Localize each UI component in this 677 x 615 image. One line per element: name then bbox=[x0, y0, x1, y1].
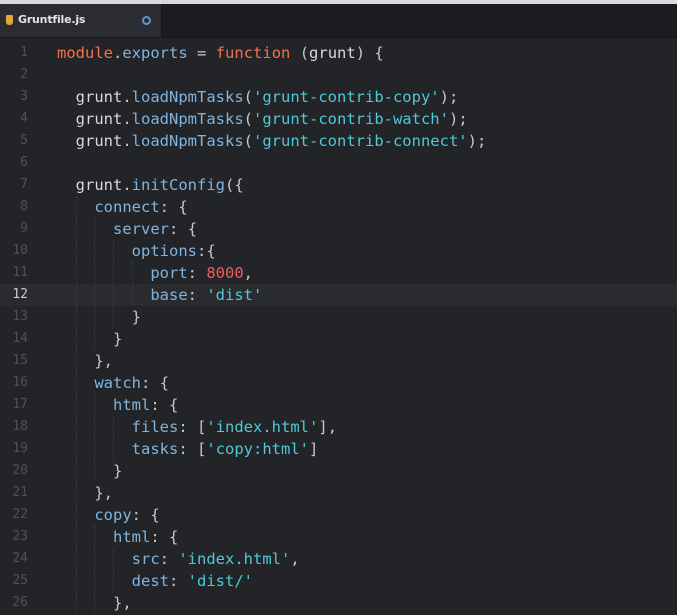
line-number: 8 bbox=[20, 199, 28, 214]
code-line[interactable]: 22 copy: { bbox=[0, 504, 677, 526]
line-number: 17 bbox=[12, 397, 28, 412]
line-text: } bbox=[131, 308, 141, 326]
line-number: 7 bbox=[20, 177, 28, 192]
line-number: 15 bbox=[12, 353, 28, 368]
line-text: html: { bbox=[113, 528, 179, 546]
line-text: grunt.loadNpmTasks('grunt-contrib-connec… bbox=[57, 132, 487, 150]
tab-bar: Gruntfile.js bbox=[0, 4, 677, 38]
line-number: 26 bbox=[12, 595, 28, 610]
line-number: 2 bbox=[20, 67, 28, 82]
line-text: dest: 'dist/' bbox=[131, 572, 253, 590]
line-text: grunt.initConfig({ bbox=[57, 176, 244, 194]
line-number: 16 bbox=[12, 375, 28, 390]
line-number: 1 bbox=[20, 45, 28, 60]
line-number: 5 bbox=[20, 133, 28, 148]
code-line[interactable]: 14 } bbox=[0, 328, 677, 350]
code-line[interactable]: 26 }, bbox=[0, 592, 677, 614]
line-text: base: 'dist' bbox=[150, 286, 263, 304]
line-number: 22 bbox=[12, 507, 28, 522]
line-text: server: { bbox=[113, 220, 198, 238]
line-number: 6 bbox=[20, 155, 28, 170]
line-text: watch: { bbox=[94, 374, 170, 392]
code-line[interactable]: 24 src: 'index.html', bbox=[0, 548, 677, 570]
code-line[interactable]: 3 grunt.loadNpmTasks('grunt-contrib-copy… bbox=[0, 86, 677, 108]
line-number: 12 bbox=[12, 287, 28, 302]
code-line[interactable]: 2 bbox=[0, 64, 677, 86]
line-number: 11 bbox=[12, 265, 28, 280]
tab-gruntfile[interactable]: Gruntfile.js bbox=[0, 4, 162, 37]
code-line[interactable]: 1 module.exports = function (grunt) { bbox=[0, 42, 677, 64]
line-text: files: ['index.html'], bbox=[131, 418, 338, 436]
code-line[interactable]: 4 grunt.loadNpmTasks('grunt-contrib-watc… bbox=[0, 108, 677, 130]
line-number: 4 bbox=[20, 111, 28, 126]
code-line[interactable]: 17 html: { bbox=[0, 394, 677, 416]
line-text: }, bbox=[113, 594, 132, 612]
line-number: 9 bbox=[20, 221, 28, 236]
line-text: src: 'index.html', bbox=[131, 550, 300, 568]
line-number: 25 bbox=[12, 573, 28, 588]
code-line[interactable]: 6 bbox=[0, 152, 677, 174]
code-line[interactable]: 15 }, bbox=[0, 350, 677, 372]
line-number: 24 bbox=[12, 551, 28, 566]
line-number: 21 bbox=[12, 485, 28, 500]
line-number: 14 bbox=[12, 331, 28, 346]
code-line[interactable]: 18 files: ['index.html'], bbox=[0, 416, 677, 438]
line-text: port: 8000, bbox=[150, 264, 254, 282]
js-file-icon bbox=[6, 15, 13, 25]
line-text: html: { bbox=[113, 396, 179, 414]
line-number: 19 bbox=[12, 441, 28, 456]
line-text: module.exports = function (grunt) { bbox=[57, 44, 384, 62]
code-line[interactable]: 5 grunt.loadNpmTasks('grunt-contrib-conn… bbox=[0, 130, 677, 152]
code-line[interactable]: 21 }, bbox=[0, 482, 677, 504]
code-editor[interactable]: 1 module.exports = function (grunt) {2 3 g… bbox=[0, 38, 677, 615]
code-line[interactable]: 10 options:{ bbox=[0, 240, 677, 262]
code-line[interactable]: 8 connect: { bbox=[0, 196, 677, 218]
line-text: connect: { bbox=[94, 198, 188, 216]
line-text: grunt.loadNpmTasks('grunt-contrib-watch'… bbox=[57, 110, 468, 128]
code-line[interactable]: 25 dest: 'dist/' bbox=[0, 570, 677, 592]
code-line[interactable]: 9 server: { bbox=[0, 218, 677, 240]
code-line[interactable]: 7 grunt.initConfig({ bbox=[0, 174, 677, 196]
code-line[interactable]: 16 watch: { bbox=[0, 372, 677, 394]
code-line[interactable]: 11 port: 8000, bbox=[0, 262, 677, 284]
code-line[interactable]: 23 html: { bbox=[0, 526, 677, 548]
code-line[interactable]: 12 base: 'dist' bbox=[0, 284, 677, 306]
line-number: 13 bbox=[12, 309, 28, 324]
line-text: grunt.loadNpmTasks('grunt-contrib-copy')… bbox=[57, 88, 459, 106]
line-text: }, bbox=[94, 352, 114, 370]
line-text: } bbox=[113, 462, 123, 480]
line-number: 3 bbox=[20, 89, 28, 104]
line-text: tasks: ['copy:html'] bbox=[131, 440, 319, 458]
code-line[interactable]: 20 } bbox=[0, 460, 677, 482]
code-line[interactable]: 19 tasks: ['copy:html'] bbox=[0, 438, 677, 460]
line-number: 18 bbox=[12, 419, 28, 434]
line-text: copy: { bbox=[94, 506, 160, 524]
code-line[interactable]: 13 } bbox=[0, 306, 677, 328]
line-text: } bbox=[113, 330, 123, 348]
line-text: }, bbox=[94, 484, 114, 502]
unsaved-dot-icon[interactable] bbox=[142, 16, 151, 25]
line-number: 10 bbox=[12, 243, 28, 258]
line-text: options:{ bbox=[131, 242, 216, 260]
tab-label: Gruntfile.js bbox=[18, 13, 86, 26]
editor-window: Gruntfile.js 1 module.exports = function … bbox=[0, 0, 677, 615]
line-number: 20 bbox=[12, 463, 28, 478]
line-number: 23 bbox=[12, 529, 28, 544]
